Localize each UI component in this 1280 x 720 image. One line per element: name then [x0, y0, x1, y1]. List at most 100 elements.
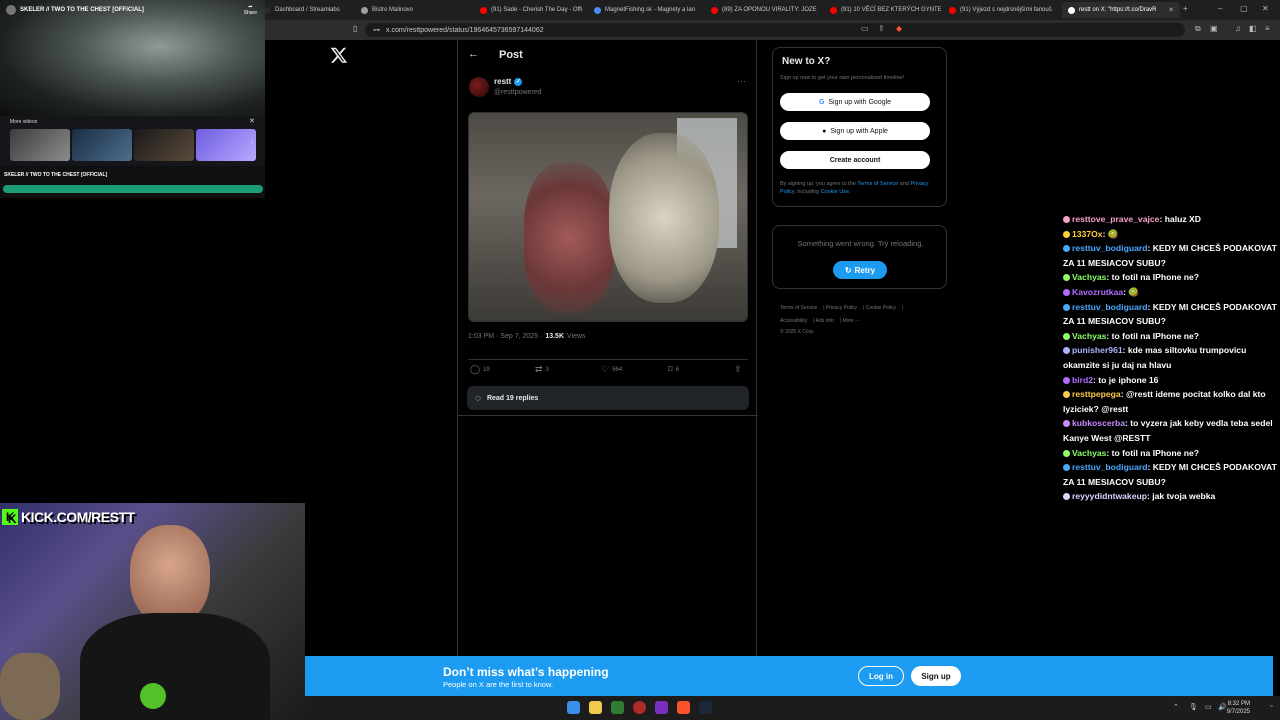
sidebar-icon[interactable]: ◧	[1249, 24, 1257, 33]
footer-link[interactable]: Accessibility	[780, 318, 807, 324]
footer-link[interactable]: Terms of Service	[780, 305, 817, 311]
more-options-icon[interactable]: ···	[737, 76, 746, 86]
tab-favicon-icon	[711, 6, 718, 14]
read-replies-button[interactable]: ◌ Read 19 replies	[467, 386, 749, 410]
new-tab-button[interactable]: +	[1183, 4, 1188, 13]
browser-tab[interactable]: restt on X: "https://t.co/DravR ✕	[1062, 2, 1180, 18]
screen-icon[interactable]: ▭	[861, 24, 869, 33]
file-explorer-icon[interactable]	[589, 701, 602, 714]
video-overlay[interactable]: SKELER // TWO TO THE CHEST [OFFICIAL] ➦ …	[0, 0, 265, 198]
post-media-video[interactable]	[468, 112, 748, 322]
tab-label: (89) ZA OPONOU VIRALITY: JOZE	[722, 7, 817, 13]
brave-shield-icon[interactable]: ◆	[896, 24, 902, 33]
copyright: © 2025 X Corp.	[780, 329, 815, 335]
chat-username[interactable]: Vachyas	[1072, 448, 1106, 458]
network-icon[interactable]: ▭	[1205, 703, 1212, 711]
volume-icon[interactable]: 🔊	[1218, 703, 1227, 711]
shirt-logo	[140, 683, 166, 709]
chat-username[interactable]: resttuv_bodiguard	[1072, 243, 1147, 253]
chat-message: Vachyas: to fotil na IPhone ne?	[1063, 446, 1278, 461]
video-thumbnail[interactable]	[10, 129, 70, 161]
browser-tab[interactable]: (89) ZA OPONOU VIRALITY: JOZE	[705, 2, 822, 18]
share-button[interactable]: ➦ Share	[244, 4, 257, 16]
channel-avatar[interactable]	[6, 5, 16, 15]
windows-start-icon[interactable]	[567, 701, 580, 714]
chat-text: haluz XD	[1164, 214, 1201, 224]
x-logo-icon[interactable]	[330, 46, 348, 64]
chevron-right-icon[interactable]: ›	[251, 139, 253, 146]
notifications-icon[interactable]: ▫	[1270, 703, 1272, 710]
signup-apple-button[interactable]: ● Sign up with Apple	[780, 122, 930, 140]
chat-username[interactable]: Vachyas	[1072, 331, 1106, 341]
retry-button[interactable]: ↻ Retry	[833, 261, 887, 279]
streamer-face	[130, 525, 210, 625]
video-thumbnail[interactable]	[134, 129, 194, 161]
post-time[interactable]: 1:03 PM · Sep 7, 2025 ·	[468, 333, 542, 340]
back-arrow-icon[interactable]: ←	[468, 48, 479, 60]
footer-link[interactable]: Privacy Policy	[826, 305, 857, 311]
browser-tab[interactable]: (91) Výjezd s nejdrsnějšími fanouš	[943, 2, 1060, 18]
brave-icon[interactable]	[677, 701, 690, 714]
video-frame[interactable]	[0, 0, 265, 116]
microphone-icon[interactable]: 🎙	[1189, 703, 1198, 711]
obs-icon[interactable]	[633, 701, 646, 714]
twitch-icon[interactable]	[655, 701, 668, 714]
chevron-up-icon[interactable]: ⌃	[1173, 703, 1179, 711]
extensions-icon[interactable]: ⧉	[1195, 24, 1201, 34]
create-account-button[interactable]: Create account	[780, 151, 930, 169]
user-badge-icon	[1063, 449, 1070, 457]
wallet-icon[interactable]: ▣	[1210, 24, 1218, 33]
repost-icon: ⇄	[535, 364, 543, 374]
share-icon[interactable]: ⇪	[878, 24, 885, 33]
minimize-button[interactable]: –	[1218, 4, 1222, 13]
video-progress-bar[interactable]	[3, 185, 263, 193]
browser-tab[interactable]: (91) 10 VĚCÍ BEZ KTERÝCH GYNTE	[824, 2, 941, 18]
terminal-icon[interactable]	[611, 701, 624, 714]
close-window-button[interactable]: ✕	[1262, 4, 1269, 13]
footer-link[interactable]: Ads info	[816, 318, 834, 324]
signup-google-button[interactable]: G Sign up with Google	[780, 93, 930, 111]
browser-tab[interactable]: Dashboard / Streamlabs	[258, 2, 353, 18]
chat-text: 🥝	[1128, 286, 1140, 297]
chat-username[interactable]: resttuv_bodiguard	[1072, 462, 1147, 472]
repost-button[interactable]: ⇄ 3	[535, 364, 549, 375]
author-name[interactable]: restt ✓	[494, 77, 523, 86]
like-button[interactable]: ♡ 564	[601, 364, 622, 375]
close-tab-icon[interactable]: ✕	[1168, 6, 1174, 14]
browser-tab[interactable]: MagnetFishing.sk - Magnety a lan	[588, 2, 703, 18]
browser-tab[interactable]: (91) Sade - Cherish The Day - Offi	[474, 2, 586, 18]
url-field[interactable]: ⊶ x.com/resttpowered/status/196464573659…	[365, 23, 1185, 37]
chat-username[interactable]: kubkoscerba	[1072, 418, 1125, 428]
terms-link[interactable]: Terms of Service	[857, 181, 898, 187]
chat-username[interactable]: reyyydidntwakeup	[1072, 491, 1147, 501]
footer-link[interactable]: Cookie Policy	[866, 305, 896, 311]
chat-username[interactable]: 1337Ox	[1072, 229, 1103, 239]
bookmark-icon[interactable]: ▯	[353, 24, 357, 33]
chat-username[interactable]: punisher961	[1072, 345, 1123, 355]
system-clock[interactable]: 8:32 PM 9/7/2025	[1227, 700, 1250, 716]
signup-button[interactable]: Sign up	[911, 666, 961, 686]
cookie-link[interactable]: Cookie Use.	[821, 189, 851, 195]
video-thumbnail[interactable]	[196, 129, 256, 161]
browser-tab[interactable]: Bistro Malinovo	[355, 2, 473, 18]
avatar[interactable]	[469, 77, 489, 97]
login-button[interactable]: Log in	[858, 666, 904, 686]
chat-username[interactable]: resttpepega	[1072, 389, 1121, 399]
menu-icon[interactable]: ≡	[1265, 24, 1270, 33]
site-settings-icon[interactable]: ⊶	[373, 26, 380, 34]
share-post-button[interactable]: ⇪	[734, 364, 742, 375]
chat-username[interactable]: Vachyas	[1072, 272, 1106, 282]
chat-username[interactable]: Kavozrutkaa	[1072, 287, 1123, 297]
reply-button[interactable]: ◯ 19	[470, 364, 490, 375]
video-thumbnail[interactable]	[72, 129, 132, 161]
chat-username[interactable]: resttove_prave_vajce	[1072, 214, 1159, 224]
steam-icon[interactable]	[699, 701, 712, 714]
author-handle[interactable]: @resttpowered	[494, 89, 542, 96]
chat-username[interactable]: bird2	[1072, 375, 1093, 385]
music-icon[interactable]: ♫	[1235, 24, 1241, 33]
chat-username[interactable]: resttuv_bodiguard	[1072, 302, 1147, 312]
maximize-button[interactable]: ▢	[1240, 4, 1248, 13]
footer-link[interactable]: More ···	[842, 318, 860, 324]
close-icon[interactable]: ✕	[249, 117, 255, 125]
bookmark-button[interactable]: ⌑ 6	[668, 364, 679, 375]
